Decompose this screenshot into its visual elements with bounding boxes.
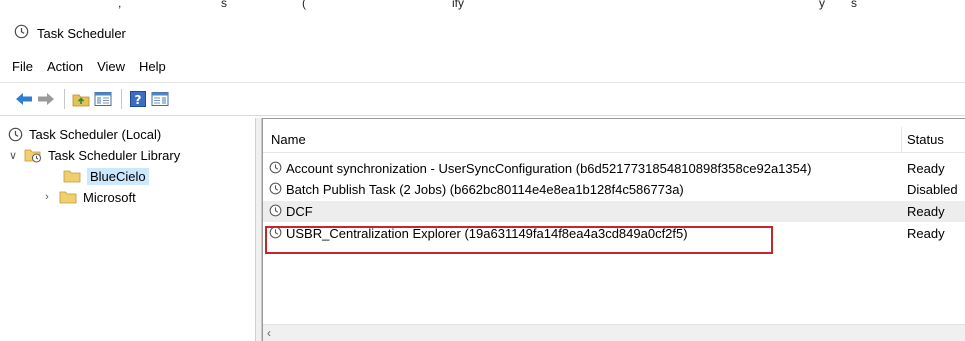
cropped-text-fragment: y [819,0,825,10]
help-icon[interactable]: ? [128,89,148,109]
cropped-text-fragment: ify [452,0,464,10]
folder-icon [59,189,77,205]
task-name: DCF [286,204,313,219]
menu-help[interactable]: Help [139,59,166,74]
show-hide-action-pane-icon[interactable] [150,89,170,109]
clock-icon [8,127,23,142]
tree-item-bluecielo[interactable]: BlueCielo [63,166,149,186]
tree-item-task-scheduler-library[interactable]: ∨ Task Scheduler Library [6,145,180,165]
menu-file[interactable]: File [12,59,33,74]
horizontal-scrollbar[interactable]: ‹ [263,324,965,341]
clock-icon [269,204,286,220]
cropped-text-fragment: , [118,0,122,10]
task-name: USBR_Centralization Explorer (19a631149f… [286,226,688,241]
column-header-name[interactable]: Name [271,132,306,147]
svg-text:?: ? [135,93,142,107]
task-name: Account synchronization - UserSyncConfig… [286,161,812,176]
show-hide-console-tree-icon[interactable] [93,89,113,109]
back-arrow-icon[interactable] [14,89,34,109]
cropped-top-strip: , s ( ify y s [0,0,965,14]
clock-icon [269,161,286,177]
folder-icon [63,168,81,184]
task-status: Ready [907,226,945,241]
console-tree: Task Scheduler (Local) ∨ Task Scheduler … [0,118,256,341]
cropped-text-fragment: ( [302,0,306,10]
table-row[interactable]: DCF Ready [263,201,965,222]
tree-item-task-scheduler-local[interactable]: Task Scheduler (Local) [8,124,161,144]
window-titlebar: Task Scheduler [0,14,965,52]
menu-bar: File Action View Help [0,52,965,80]
scroll-left-icon[interactable]: ‹ [267,326,271,340]
tree-item-label: Microsoft [83,189,136,205]
menu-view[interactable]: View [97,59,125,74]
table-row[interactable]: USBR_Centralization Explorer (19a631149f… [263,223,965,244]
toolbar-separator [121,89,122,109]
library-folder-icon [24,147,42,163]
task-list-pane: Name Status Account synchronization - Us… [262,118,965,341]
chevron-right-icon[interactable]: › [40,191,54,203]
task-status: Ready [907,161,945,176]
column-separator[interactable] [901,127,902,153]
chevron-down-icon[interactable]: ∨ [6,149,20,162]
tree-item-label: Task Scheduler Library [48,147,181,163]
clock-icon [269,182,286,198]
forward-arrow-icon[interactable] [36,89,56,109]
column-header-status[interactable]: Status [907,132,944,147]
table-row[interactable]: Batch Publish Task (2 Jobs) (b662bc80114… [263,179,965,200]
tree-item-microsoft[interactable]: › Microsoft [40,187,136,207]
task-status: Ready [907,204,945,219]
clock-icon [269,226,286,242]
menu-action[interactable]: Action [47,59,83,74]
column-header-row: Name Status [263,127,965,153]
toolbar-separator [64,89,65,109]
tree-item-label: Task Scheduler (Local) [29,126,162,142]
task-status: Disabled [907,182,958,197]
cropped-text-fragment: s [851,0,857,10]
clock-icon [14,24,29,42]
task-name: Batch Publish Task (2 Jobs) (b662bc80114… [286,182,684,197]
window-title: Task Scheduler [37,25,126,41]
tree-item-label: BlueCielo [87,167,149,185]
cropped-text-fragment: s [221,0,227,10]
up-folder-icon[interactable] [71,89,91,109]
toolbar: ? [0,82,965,116]
table-row[interactable]: Account synchronization - UserSyncConfig… [263,158,965,179]
